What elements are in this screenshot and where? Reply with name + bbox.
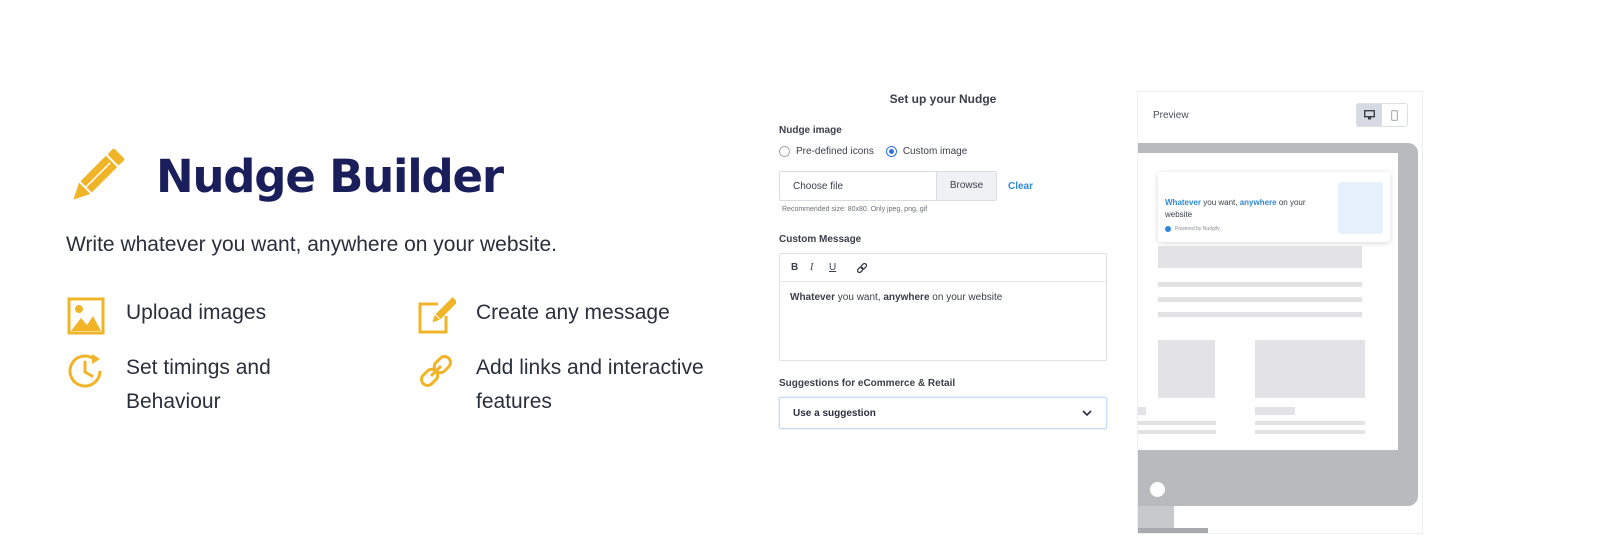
nudge-image-placeholder	[1338, 182, 1383, 234]
placeholder-line	[1158, 282, 1362, 287]
link-icon[interactable]	[856, 262, 868, 274]
radio-custom-image[interactable]	[885, 146, 897, 157]
feature-timings: Set timings and Behaviour	[66, 351, 366, 419]
suggestions-label: Suggestions for eCommerce & Retail	[779, 378, 956, 389]
monitor-icon	[1364, 110, 1375, 120]
desktop-view-button[interactable]	[1357, 104, 1382, 126]
placeholder-line	[1138, 421, 1216, 425]
monitor-foot	[1138, 528, 1208, 533]
page-title: Nudge Builder	[156, 150, 504, 203]
preview-label: Preview	[1153, 110, 1189, 121]
preview-panel: Preview Whatever you want, anywhere on y…	[1137, 91, 1423, 534]
placeholder-line	[1158, 312, 1362, 317]
placeholder-line	[1255, 407, 1295, 415]
edit-message-icon	[418, 297, 456, 334]
clear-link[interactable]: Clear	[1008, 181, 1033, 192]
placeholder-line	[1255, 421, 1365, 425]
message-text[interactable]: Whatever you want, anywhere on your webs…	[780, 282, 1106, 313]
link-icon	[420, 355, 452, 387]
feature-label: Add links and interactive features	[476, 356, 704, 413]
mobile-view-button[interactable]	[1382, 104, 1407, 126]
pencil-icon	[73, 148, 125, 200]
check-icon	[1165, 226, 1171, 232]
radio-predefined-label[interactable]: Pre-defined icons	[796, 146, 874, 157]
feature-upload-images: Upload images	[66, 296, 266, 336]
file-name-input[interactable]: Choose file	[780, 172, 936, 200]
nudge-image-label: Nudge image	[779, 125, 842, 136]
desktop-mockup: Whatever you want, anywhere on your webs…	[1138, 143, 1418, 506]
custom-message-label: Custom Message	[779, 234, 862, 245]
feature-label: Create any message	[476, 301, 670, 324]
nudge-image-radio-group: Pre-defined icons Custom image	[779, 146, 967, 157]
suggestion-select[interactable]: Use a suggestion	[779, 397, 1107, 429]
radio-custom-label[interactable]: Custom image	[903, 146, 967, 157]
feature-label: Set timings and Behaviour	[126, 356, 271, 413]
image-icon	[67, 297, 105, 335]
file-upload-field[interactable]: Choose file Browse	[779, 171, 997, 201]
placeholder-line	[1255, 430, 1365, 434]
powered-by: Powered by Nudgify	[1165, 226, 1220, 232]
placeholder-image	[1255, 340, 1365, 398]
select-value: Use a suggestion	[793, 407, 876, 419]
message-editor[interactable]: B I U Whatever you want, anywhere on you…	[779, 253, 1107, 361]
placeholder-block	[1158, 246, 1362, 268]
mockup-screen: Whatever you want, anywhere on your webs…	[1138, 153, 1398, 450]
monitor-stand	[1138, 506, 1174, 528]
radio-predefined-icons[interactable]	[779, 146, 790, 157]
placeholder-line	[1138, 430, 1216, 434]
nudge-preview-card: Whatever you want, anywhere on your webs…	[1158, 172, 1390, 242]
bold-button[interactable]: B	[791, 262, 810, 273]
feature-links: Add links and interactive features	[416, 351, 746, 419]
clock-icon	[68, 354, 102, 388]
placeholder-line	[1138, 407, 1146, 415]
page-subtitle: Write whatever you want, anywhere on you…	[66, 233, 558, 256]
mobile-icon	[1391, 109, 1398, 121]
placeholder-image	[1158, 340, 1215, 398]
underline-button[interactable]: U	[829, 262, 848, 273]
feature-label: Upload images	[126, 301, 267, 324]
power-button-icon	[1150, 482, 1165, 497]
browse-button[interactable]: Browse	[936, 172, 996, 200]
nudge-preview-text: Whatever you want, anywhere on your webs…	[1165, 198, 1306, 219]
italic-button[interactable]: I	[810, 262, 829, 273]
form-title: Set up your Nudge	[889, 92, 997, 106]
device-toggle	[1356, 103, 1408, 127]
editor-toolbar: B I U	[780, 254, 1106, 282]
file-size-hint: Recommended size: 80x80. Only jpeg, png,…	[782, 206, 928, 213]
feature-create-message: Create any message	[416, 296, 670, 336]
placeholder-line	[1158, 297, 1362, 302]
chevron-down-icon	[1082, 410, 1092, 417]
